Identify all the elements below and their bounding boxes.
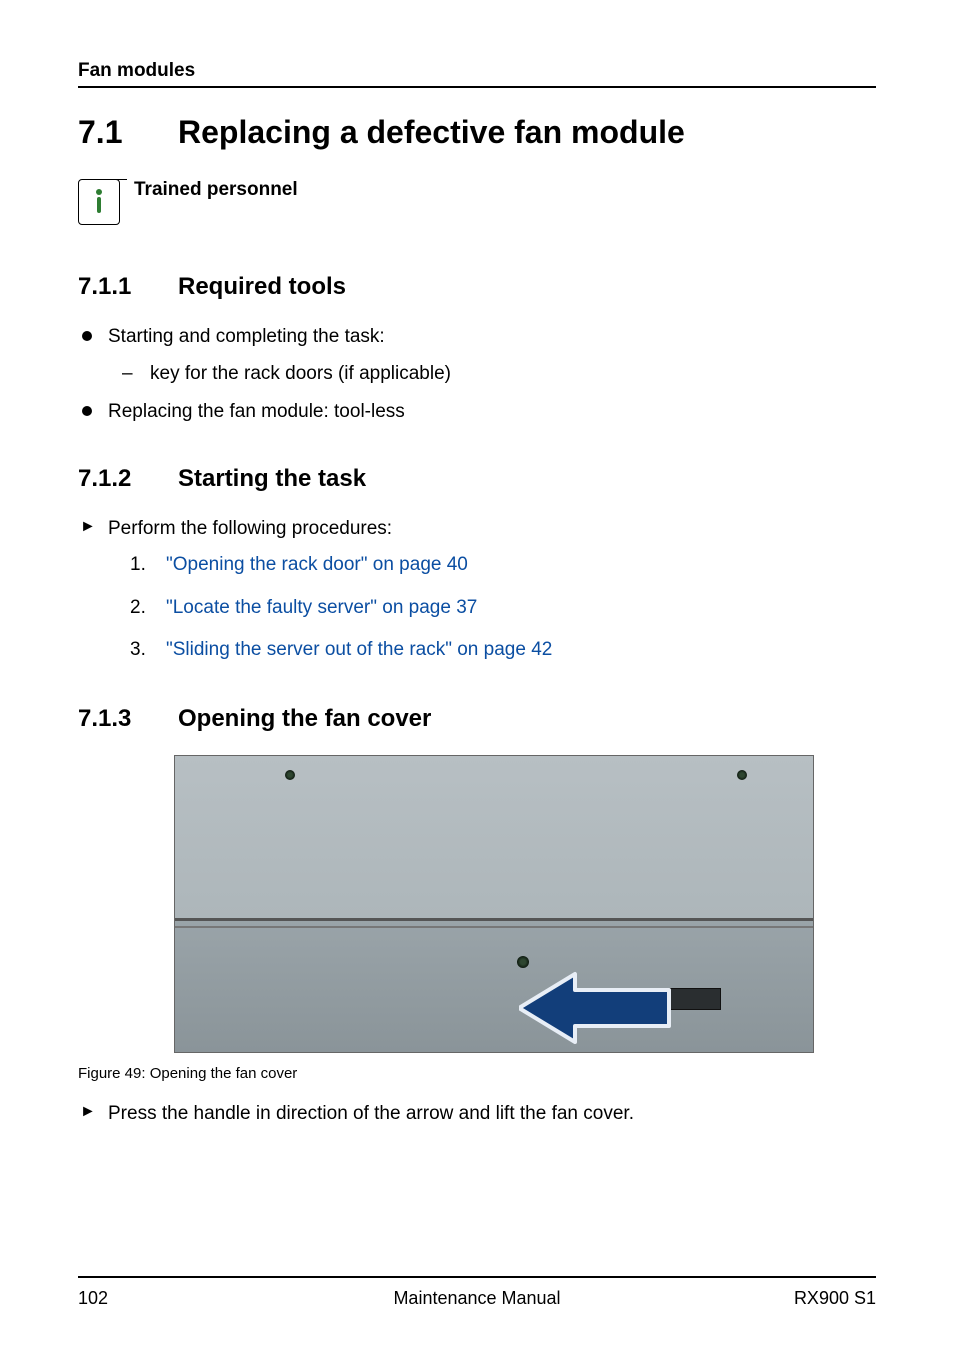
step-intro: Perform the following procedures: [108, 518, 392, 539]
procedure-link-item: "Opening the rack door" on page 40 [130, 551, 876, 580]
personnel-note-text: Trained personnel [134, 179, 298, 201]
page-footer: 102 Maintenance Manual RX900 S1 [78, 1278, 876, 1309]
sub-list-item: key for the rack doors (if applicable) [108, 360, 876, 389]
heading-1-number: 7.1 [78, 114, 178, 151]
screw-icon [737, 770, 747, 780]
heading-713-number: 7.1.3 [78, 705, 178, 733]
step-item: Perform the following procedures: "Openi… [78, 515, 876, 665]
heading-713-title: Opening the fan cover [178, 705, 431, 733]
info-icon [78, 179, 120, 225]
header-divider [78, 86, 876, 88]
required-tools-list: Starting and completing the task: key fo… [78, 323, 876, 437]
page-number: 102 [78, 1288, 108, 1309]
step-item: Press the handle in direction of the arr… [78, 1100, 876, 1129]
figure-49 [174, 755, 812, 1053]
heading-711-number: 7.1.1 [78, 273, 178, 301]
heading-712-title: Starting the task [178, 465, 366, 493]
list-item-text: Starting and completing the task: [108, 326, 385, 347]
procedure-links: "Opening the rack door" on page 40 "Loca… [130, 551, 876, 665]
fan-cover-action: Press the handle in direction of the arr… [78, 1100, 876, 1139]
personnel-note: Trained personnel [78, 179, 876, 225]
screw-icon [517, 956, 529, 968]
procedure-link-item: "Sliding the server out of the rack" on … [130, 636, 876, 665]
direction-arrow-icon [519, 968, 689, 1048]
info-glyph-icon [92, 188, 106, 216]
list-item: Starting and completing the task: key fo… [78, 323, 876, 388]
fan-cover-illustration [174, 755, 814, 1053]
cross-ref-link[interactable]: "Sliding the server out of the rack" on … [166, 639, 552, 660]
sub-list: key for the rack doors (if applicable) [108, 360, 876, 389]
screw-icon [285, 770, 295, 780]
heading-1: 7.1 Replacing a defective fan module [78, 114, 876, 151]
footer-title: Maintenance Manual [78, 1288, 876, 1309]
heading-711: 7.1.1 Required tools [78, 273, 876, 301]
starting-task-steps: Perform the following procedures: "Openi… [78, 515, 876, 679]
cross-ref-link[interactable]: "Opening the rack door" on page 40 [166, 554, 468, 575]
running-header: Fan modules [78, 60, 876, 82]
figure-caption: Figure 49: Opening the fan cover [78, 1065, 876, 1082]
heading-713: 7.1.3 Opening the fan cover [78, 705, 876, 733]
heading-712: 7.1.2 Starting the task [78, 465, 876, 493]
footer-model: RX900 S1 [794, 1288, 876, 1309]
list-item: Replacing the fan module: tool-less [78, 398, 876, 427]
heading-711-title: Required tools [178, 273, 346, 301]
heading-1-title: Replacing a defective fan module [178, 114, 685, 151]
cross-ref-link[interactable]: "Locate the faulty server" on page 37 [166, 597, 477, 618]
heading-712-number: 7.1.2 [78, 465, 178, 493]
procedure-link-item: "Locate the faulty server" on page 37 [130, 594, 876, 623]
